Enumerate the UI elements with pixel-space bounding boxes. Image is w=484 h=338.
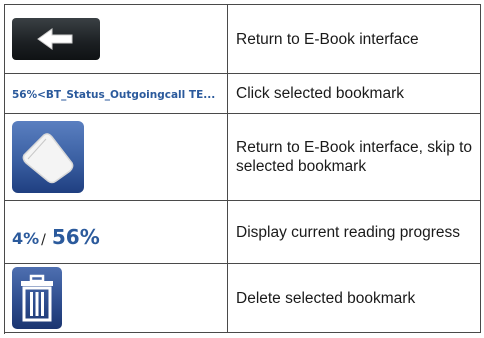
- row-description: Return to E-Book interface, skip to sele…: [228, 114, 481, 200]
- row-description: Display current reading progress: [228, 201, 481, 263]
- progress-large: 56%: [51, 225, 100, 249]
- book-page-icon[interactable]: [12, 121, 84, 193]
- icon-cell: [5, 114, 228, 200]
- table-row: 4% / 56% Display current reading progres…: [5, 201, 481, 264]
- trash-icon: [21, 274, 53, 322]
- back-button[interactable]: [12, 18, 100, 60]
- row-description: Click selected bookmark: [228, 74, 481, 113]
- table-row: Return to E-Book interface: [5, 5, 481, 74]
- back-arrow-icon: [37, 28, 73, 50]
- delete-button[interactable]: [12, 267, 62, 329]
- bookmark-entry[interactable]: 56%<BT_Status_Outgoingcall TE...: [12, 89, 215, 101]
- row-description: Return to E-Book interface: [228, 5, 481, 73]
- row-description: Delete selected bookmark: [228, 264, 481, 332]
- icon-cell: 4% / 56%: [5, 201, 228, 263]
- table-row: 56%<BT_Status_Outgoingcall TE... Click s…: [5, 74, 481, 114]
- reading-progress: 4% / 56%: [12, 215, 100, 249]
- icon-cell: [5, 5, 228, 73]
- table-row: Return to E-Book interface, skip to sele…: [5, 114, 481, 201]
- icon-cell: 56%<BT_Status_Outgoingcall TE...: [5, 74, 228, 113]
- table-row: Delete selected bookmark: [5, 264, 481, 333]
- page-glyph-icon: [22, 133, 74, 184]
- function-table: Return to E-Book interface 56%<BT_Status…: [4, 4, 481, 334]
- progress-separator: /: [41, 232, 46, 248]
- progress-small: 4%: [12, 229, 40, 248]
- icon-cell: [5, 264, 228, 332]
